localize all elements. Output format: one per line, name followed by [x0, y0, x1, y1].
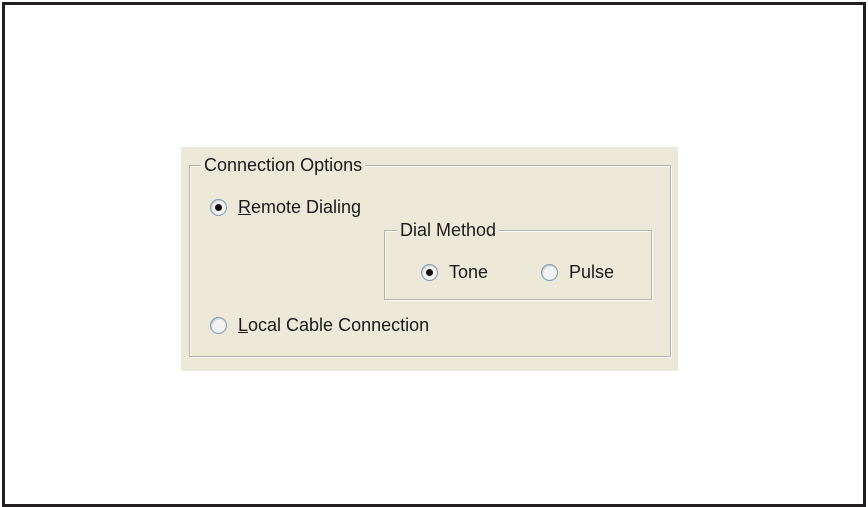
local-cable-label-rest: ocal Cable Connection [248, 315, 430, 335]
remote-dialing-label-rest: emote Dialing [251, 197, 362, 217]
connection-options-panel: Connection Options Remote Dialing Dial M… [181, 147, 678, 371]
tone-option[interactable]: Tone [421, 262, 488, 282]
connection-options-title: Connection Options [201, 155, 366, 175]
local-cable-radio[interactable] [210, 316, 227, 334]
local-cable-option[interactable]: Local Cable Connection [210, 315, 429, 335]
local-cable-label[interactable]: Local Cable Connection [238, 315, 429, 335]
remote-dialing-mnemonic: R [238, 197, 251, 217]
remote-dialing-option[interactable]: Remote Dialing [210, 197, 361, 217]
pulse-option[interactable]: Pulse [541, 262, 614, 282]
dial-method-title: Dial Method [397, 220, 500, 240]
tone-label[interactable]: Tone [449, 262, 488, 282]
local-cable-mnemonic: L [238, 315, 249, 335]
remote-dialing-label[interactable]: Remote Dialing [238, 197, 361, 217]
tone-radio[interactable] [421, 263, 438, 281]
pulse-radio[interactable] [541, 263, 558, 281]
image-frame: Connection Options Remote Dialing Dial M… [2, 2, 866, 507]
pulse-label[interactable]: Pulse [569, 262, 614, 282]
remote-dialing-radio[interactable] [210, 198, 227, 216]
